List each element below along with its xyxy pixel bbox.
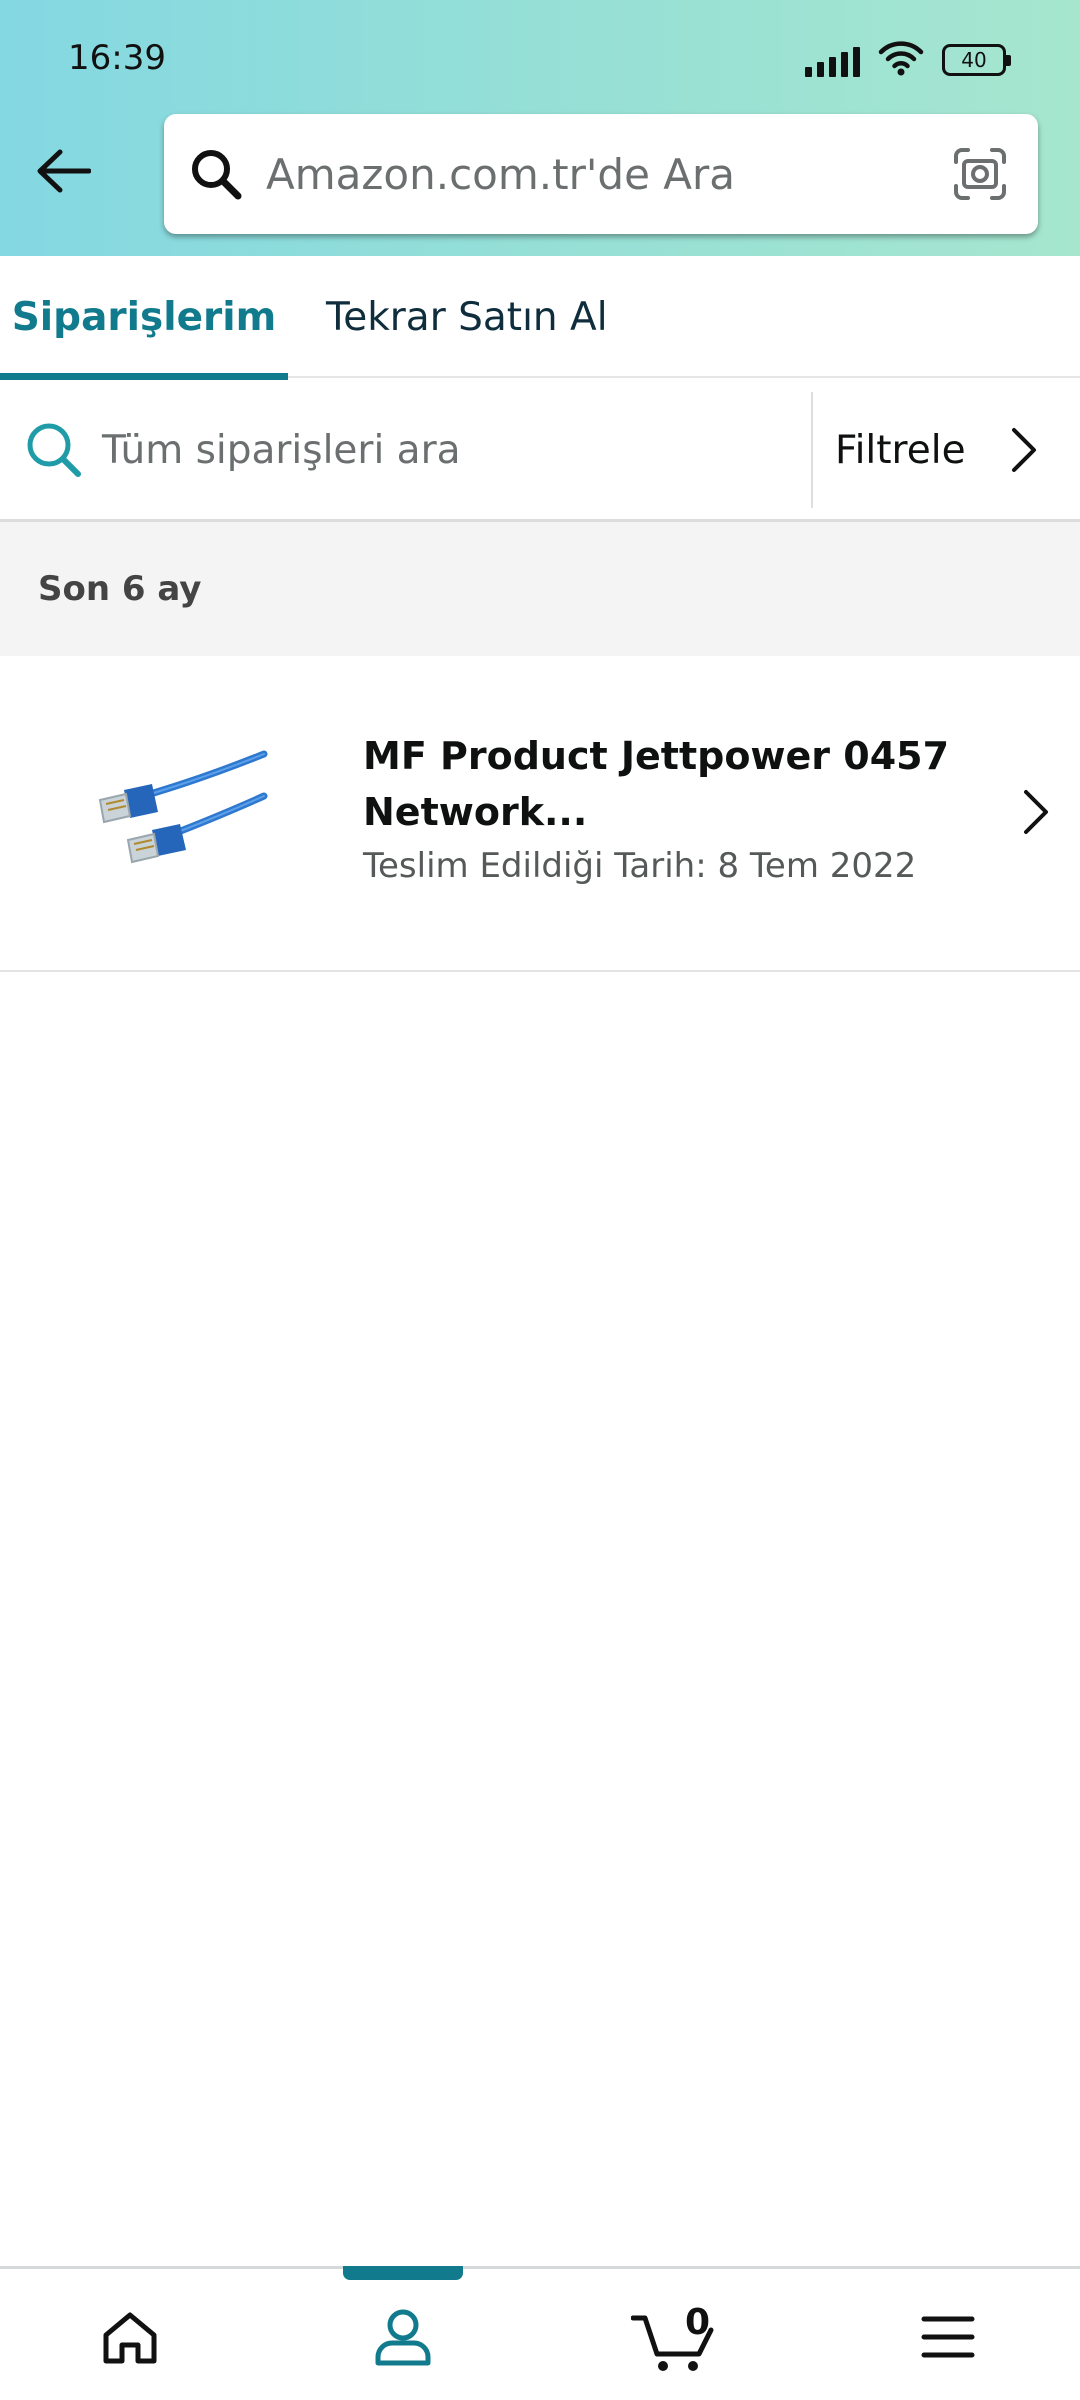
cart-count: 0 [685, 2302, 711, 2343]
tab-bar: Siparişlerim Tekrar Satın Al [0, 256, 1080, 380]
nav-cart[interactable]: 0 [613, 2289, 733, 2389]
status-time: 16:39 [68, 38, 166, 78]
search-icon [22, 418, 86, 482]
filter-button[interactable]: Filtrele [813, 378, 1080, 522]
chevron-right-icon [1004, 424, 1044, 476]
active-nav-indicator [343, 2266, 463, 2280]
battery-icon: 40 [942, 44, 1011, 76]
order-search-bar: Tüm siparişleri ara Filtrele [0, 378, 1080, 522]
nav-account[interactable] [343, 2289, 463, 2389]
account-icon [373, 2307, 433, 2371]
nav-menu[interactable] [888, 2289, 1008, 2389]
order-list-item[interactable]: MF Product Jettpower 0457 Network... Tes… [0, 656, 1080, 972]
back-button[interactable] [28, 138, 98, 208]
wifi-icon [878, 40, 924, 80]
order-title: MF Product Jettpower 0457 Network... [363, 734, 950, 834]
camera-icon[interactable] [950, 144, 1010, 204]
status-icons: 40 [805, 40, 1011, 80]
tab-buy-again[interactable]: Tekrar Satın Al [326, 256, 608, 378]
nav-home[interactable] [70, 2289, 190, 2389]
search-bar[interactable]: Amazon.com.tr'de Ara [164, 114, 1038, 234]
chevron-right-icon [1016, 784, 1056, 840]
home-icon [100, 2309, 160, 2369]
section-label: Son 6 ay [38, 569, 202, 609]
header: 16:39 40 Amazon.com.tr'de Ara [0, 0, 1080, 256]
search-icon [188, 146, 244, 202]
tab-orders[interactable]: Siparişlerim [0, 256, 288, 380]
order-search-input[interactable]: Tüm siparişleri ara [102, 378, 461, 522]
section-header: Son 6 ay [0, 522, 1080, 656]
filter-label: Filtrele [835, 427, 966, 473]
menu-icon [920, 2313, 976, 2365]
search-input[interactable]: Amazon.com.tr'de Ara [266, 150, 950, 199]
arrow-left-icon [35, 148, 92, 198]
order-delivery-date: Teslim Edildiği Tarih: 8 Tem 2022 [363, 846, 917, 886]
battery-level: 40 [961, 48, 987, 72]
bottom-nav: 0 [0, 2266, 1080, 2400]
signal-icon [805, 43, 860, 77]
product-image [98, 750, 268, 864]
cart-icon: 0 [630, 2302, 715, 2374]
